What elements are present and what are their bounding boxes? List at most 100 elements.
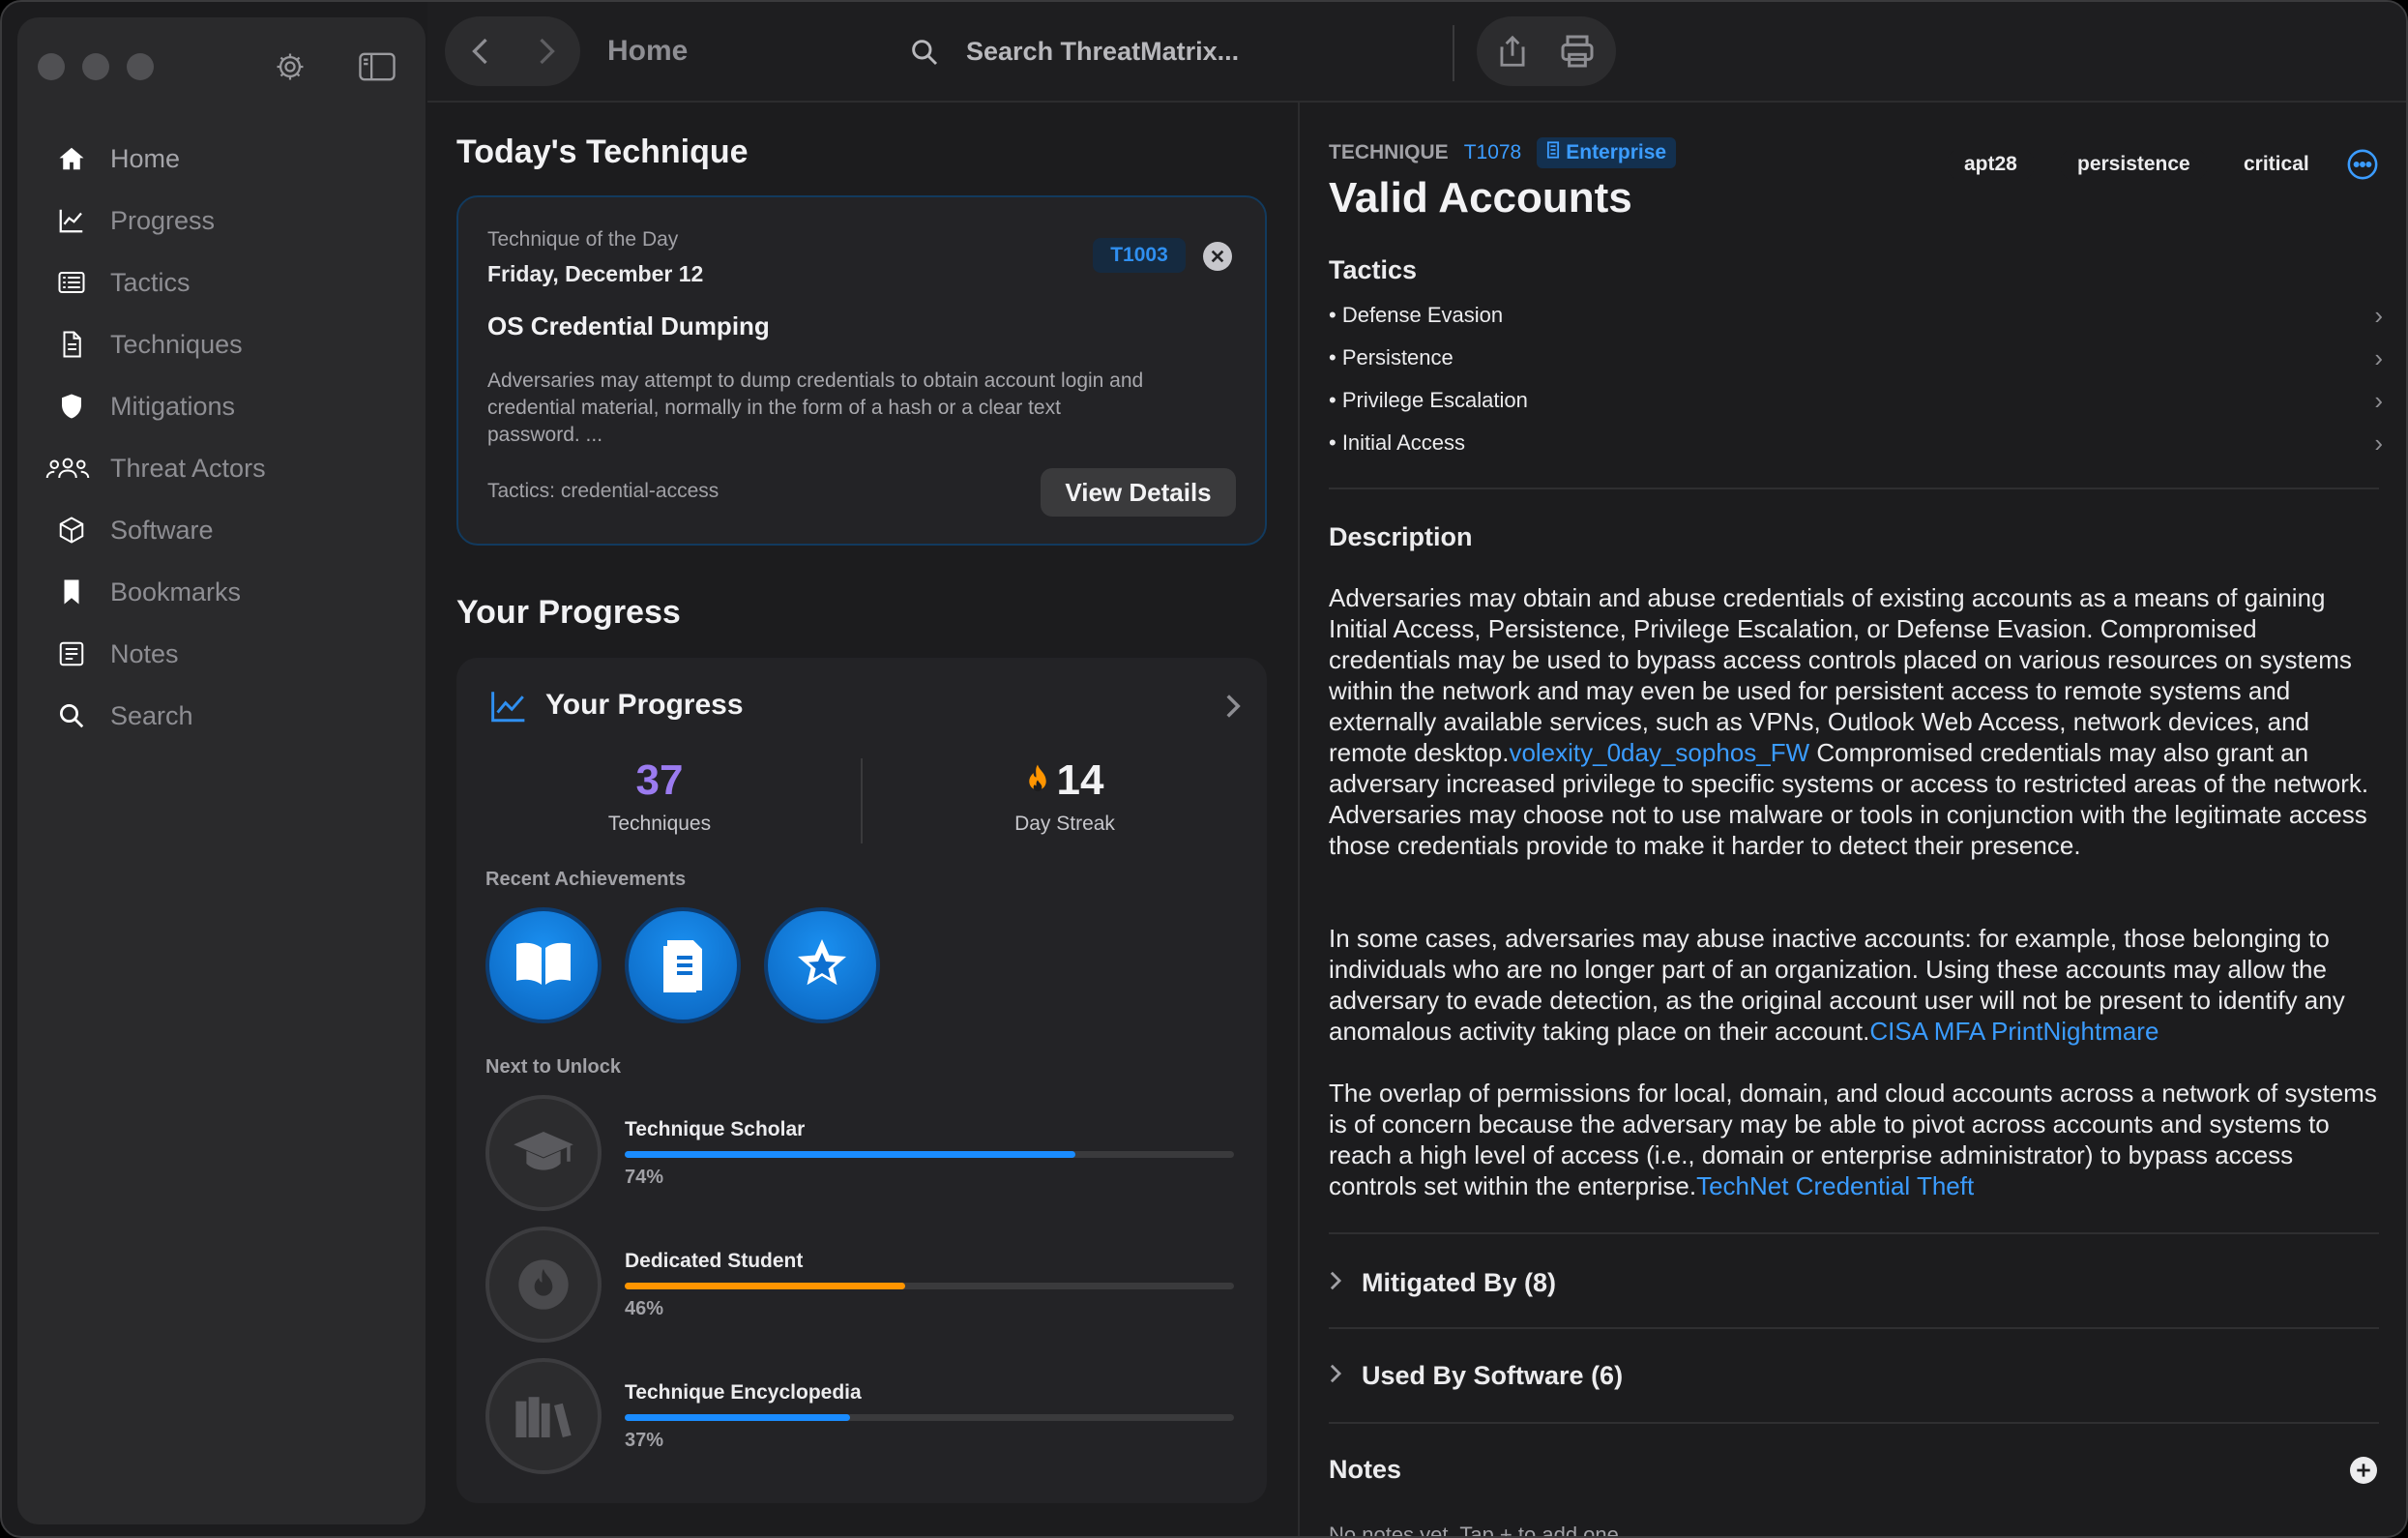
technique-tactics: Tactics: credential-access (487, 480, 719, 502)
sidebar-item-label: Mitigations (110, 391, 236, 421)
sidebar-item-progress[interactable]: Progress (17, 190, 426, 251)
sidebar-item-mitigations[interactable]: Mitigations (17, 375, 426, 437)
unlock-progress-fill (625, 1283, 905, 1289)
reference-link[interactable]: TechNet Credential Theft (1696, 1171, 1974, 1200)
chevron-right-icon[interactable] (1222, 693, 1244, 725)
share-icon[interactable] (1494, 32, 1531, 75)
house-icon (56, 143, 87, 174)
unlock-progress-fill (625, 1414, 851, 1421)
your-progress-heading: Your Progress (456, 594, 681, 631)
search-input[interactable]: Search ThreatMatrix... (966, 37, 1239, 67)
card-label: Technique of the Day (487, 228, 679, 251)
achievement-badge[interactable] (625, 907, 741, 1023)
unlock-percent: 74% (625, 1167, 664, 1188)
sidebar-item-tactics[interactable]: Tactics (17, 251, 426, 313)
unlock-progress-bar (625, 1151, 1234, 1158)
app-window: Home Progress Tactics Techniques Mitigat… (0, 0, 2408, 1538)
chevron-right-icon: › (2374, 385, 2383, 415)
sidebar-item-label: Search (110, 700, 193, 730)
platform-badge: Enterprise (1537, 137, 1677, 168)
sidebar-item-bookmarks[interactable]: Bookmarks (17, 561, 426, 623)
forward-chevron-icon[interactable] (528, 34, 563, 74)
sidebar-item-label: Notes (110, 638, 179, 668)
chevron-right-icon (1329, 1363, 1342, 1389)
sidebar-item-label: Home (110, 143, 181, 173)
book-icon (513, 938, 574, 993)
unlock-progress-fill (625, 1151, 1076, 1158)
technique-title: OS Credential Dumping (487, 311, 770, 340)
chevron-right-icon: › (2374, 342, 2383, 372)
add-note-plus-icon[interactable] (2350, 1457, 2377, 1484)
minimize-window-button[interactable] (82, 53, 109, 80)
action-buttons-group (1477, 16, 1616, 86)
description-paragraph: In some cases, adversaries may abuse ina… (1329, 924, 2345, 1046)
description-heading: Description (1329, 522, 1473, 551)
progress-card[interactable]: Your Progress 37 Techniques 14 Day Strea… (456, 658, 1267, 1503)
document-icon (56, 329, 87, 360)
sidebar-item-notes[interactable]: Notes (17, 623, 426, 685)
sidebar-item-label: Tactics (110, 267, 191, 297)
chart-line-icon (489, 689, 528, 728)
technique-kind-label: TECHNIQUE (1329, 141, 1449, 163)
sidebar: Home Progress Tactics Techniques Mitigat… (17, 17, 426, 1524)
notes-empty-text: No notes yet. Tap + to add one. (1329, 1523, 1625, 1538)
tactic-row[interactable]: • Persistence › (1329, 337, 2383, 379)
achievement-badge[interactable] (764, 907, 880, 1023)
back-chevron-icon[interactable] (464, 34, 499, 74)
notes-icon (56, 638, 87, 669)
mitigated-by-disclosure[interactable]: Mitigated By (8) (1329, 1259, 2379, 1306)
technique-of-day-card[interactable]: Technique of the Day Friday, December 12… (456, 195, 1267, 546)
card-date: Friday, December 12 (487, 261, 704, 286)
unlock-name: Technique Encyclopedia (625, 1381, 862, 1404)
technique-detail-title: Valid Accounts (1329, 174, 1632, 222)
tactic-row[interactable]: • Initial Access › (1329, 422, 2383, 464)
flame-icon (485, 1227, 602, 1343)
toolbar (427, 2, 2406, 103)
reference-link[interactable]: CISA MFA PrintNightmare (1869, 1017, 2158, 1046)
sidebar-item-home[interactable]: Home (17, 128, 426, 190)
platform-label: Enterprise (1566, 141, 1667, 163)
toolbar-divider (1453, 25, 1454, 81)
sidebar-nav: Home Progress Tactics Techniques Mitigat… (17, 128, 426, 747)
sidebar-item-software[interactable]: Software (17, 499, 426, 561)
printer-icon[interactable] (1558, 32, 1597, 75)
view-details-button[interactable]: View Details (1041, 468, 1236, 517)
tactics-heading: Tactics (1329, 255, 1418, 284)
tactic-label: • Persistence (1329, 345, 1454, 370)
used-by-software-disclosure[interactable]: Used By Software (6) (1329, 1352, 2379, 1399)
sidebar-item-threat-actors[interactable]: Threat Actors (17, 437, 426, 499)
unlock-percent: 37% (625, 1430, 664, 1451)
search-icon (909, 37, 940, 73)
tag-chip[interactable]: critical (2226, 147, 2327, 182)
sidebar-item-label: Progress (110, 205, 216, 235)
more-options-icon[interactable] (2346, 148, 2379, 186)
building-icon (1546, 141, 1560, 164)
people-icon (44, 453, 91, 484)
streak-label: Day Streak (1014, 813, 1115, 835)
zoom-window-button[interactable] (127, 53, 154, 80)
sidebar-toggle-icon[interactable] (358, 49, 396, 84)
reference-link[interactable]: volexity_0day_sophos_FW (1509, 738, 1809, 767)
achievement-badge[interactable] (485, 907, 602, 1023)
sidebar-item-search[interactable]: Search (17, 685, 426, 747)
tactic-label: • Defense Evasion (1329, 303, 1504, 327)
list-icon (56, 267, 87, 298)
tactic-label: • Initial Access (1329, 430, 1465, 455)
tactic-row[interactable]: • Defense Evasion › (1329, 294, 2383, 337)
document-icon (658, 934, 708, 997)
dismiss-close-icon[interactable] (1203, 242, 1232, 271)
section-divider (1329, 1422, 2379, 1424)
tag-chip[interactable]: persistence (2060, 147, 2208, 182)
nav-buttons-group (445, 16, 580, 86)
section-divider (1329, 1232, 2379, 1234)
shield-icon (56, 391, 87, 422)
tag-chip[interactable]: apt28 (1947, 147, 2035, 182)
close-window-button[interactable] (38, 53, 65, 80)
streak-stat: 14 (863, 756, 1267, 805)
tactic-row[interactable]: • Privilege Escalation › (1329, 379, 2383, 422)
sidebar-item-techniques[interactable]: Techniques (17, 313, 426, 375)
chart-line-icon (56, 205, 87, 236)
unlock-percent: 46% (625, 1298, 664, 1319)
settings-gear-icon[interactable] (271, 49, 309, 84)
technique-description: Adversaries may attempt to dump credenti… (487, 370, 1144, 446)
